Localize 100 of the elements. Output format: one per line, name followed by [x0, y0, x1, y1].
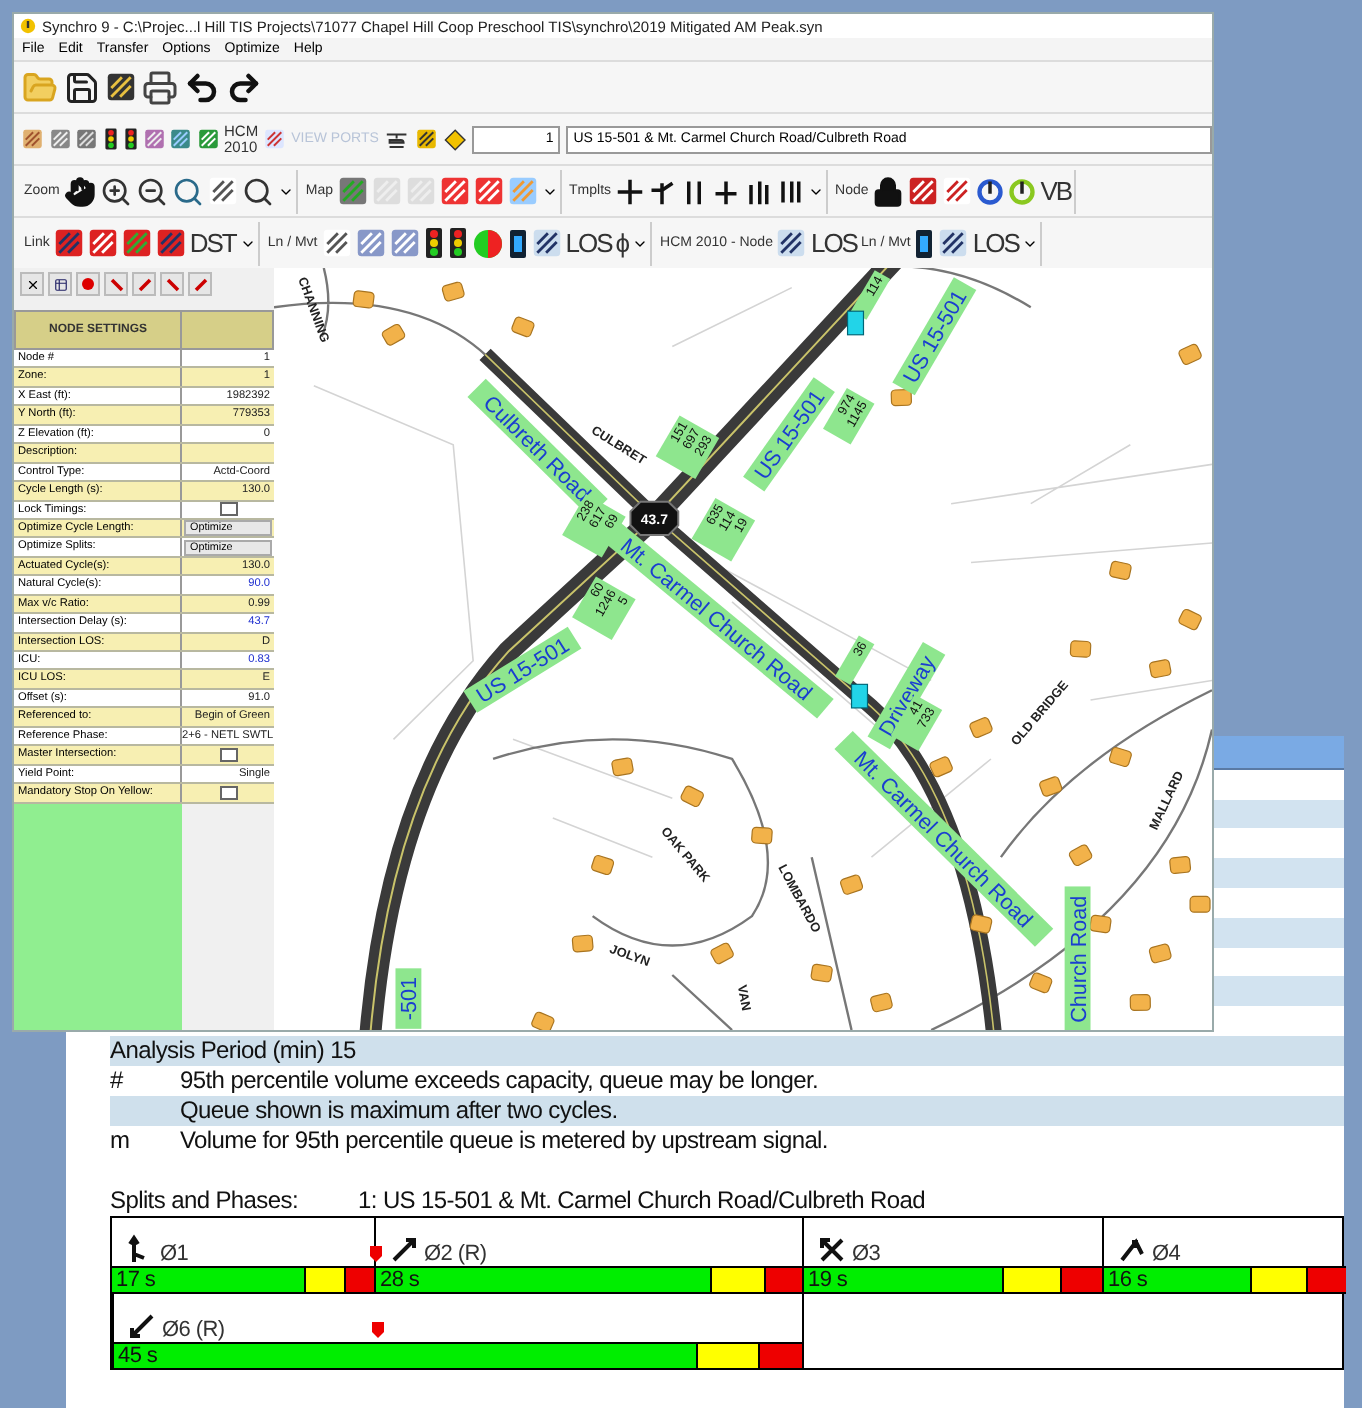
phase-label: Ø1	[160, 1242, 189, 1266]
turn-arrows-icon[interactable]	[615, 177, 644, 205]
house-icon	[610, 756, 635, 777]
traffic-signal-icon[interactable]	[423, 226, 444, 260]
dot-icon	[82, 278, 94, 290]
clearance-interval-bar	[1308, 1268, 1346, 1292]
house-icon	[590, 853, 616, 877]
house-icon	[708, 941, 736, 966]
intersection-name: 1: US 15-501 & Mt. Carmel Church Road/Culbreth Road	[358, 1186, 926, 1216]
undo-icon[interactable]	[184, 69, 220, 105]
house-icon	[968, 715, 994, 740]
house-icon	[440, 280, 466, 303]
report-note: Queue shown is maximum after two cycles.	[180, 1096, 618, 1126]
house-icon	[1177, 607, 1204, 632]
split-time-bar: 45 s	[114, 1344, 699, 1368]
direction-button[interactable]	[188, 272, 212, 296]
report-note: Analysis Period (min) 15	[110, 1036, 356, 1066]
direction-button[interactable]	[160, 272, 184, 296]
house-icon	[1129, 993, 1151, 1012]
phase-arrow-icon	[126, 1310, 158, 1342]
zoom-in-icon[interactable]	[99, 175, 132, 207]
setting-checkbox[interactable]	[219, 785, 237, 801]
device-icon[interactable]	[914, 227, 935, 259]
turn-arrows-icon[interactable]	[775, 177, 804, 205]
split-time-bar: 17 s	[112, 1268, 306, 1292]
signal-marker-icon	[850, 683, 869, 709]
house-icon	[928, 755, 955, 779]
house-icon	[1027, 971, 1054, 995]
pie-chart-icon[interactable]	[471, 227, 504, 259]
search-icon[interactable]	[171, 175, 204, 207]
table-icon	[53, 277, 67, 291]
note-marker: m	[110, 1126, 132, 1156]
splits-title: Splits and Phases:	[110, 1186, 298, 1216]
diagonal-line-icon	[109, 277, 123, 291]
road-name-label: Church Road	[1064, 886, 1092, 1030]
zoom-out-icon[interactable]	[135, 175, 168, 207]
house-icon	[1147, 942, 1173, 965]
split-time-bar: 16 s	[1104, 1268, 1252, 1292]
diagonal-line-icon	[165, 277, 179, 291]
toolbar-label: VB	[1040, 176, 1072, 206]
phase-label: Ø4	[1152, 1242, 1181, 1266]
split-time-bar: 19 s	[804, 1268, 1004, 1292]
print-icon[interactable]	[142, 69, 178, 105]
node-ring-icon[interactable]	[1008, 177, 1037, 205]
phase-arrow-icon	[388, 1234, 420, 1266]
house-icon	[529, 1010, 556, 1030]
toolbar-label: LOS	[810, 228, 857, 258]
reference-marker-icon	[372, 1322, 384, 1338]
house-icon	[1189, 895, 1211, 913]
house-icon	[1069, 640, 1092, 658]
phase-label: Ø2 (R)	[424, 1242, 487, 1266]
house-icon	[869, 991, 894, 1014]
close-button[interactable]	[20, 272, 44, 296]
house-icon	[1067, 843, 1094, 868]
search-icon[interactable]	[241, 175, 274, 207]
phase-label: Ø3	[852, 1242, 881, 1266]
signal-marker-icon	[846, 310, 865, 336]
direction-button[interactable]	[132, 272, 156, 296]
house-icon	[1107, 746, 1133, 768]
house-icon	[1108, 560, 1133, 581]
node-ring-icon[interactable]	[976, 177, 1005, 205]
road-name-label: -501	[395, 968, 423, 1029]
reference-marker-icon	[370, 1246, 382, 1262]
toolbar-label: LOS	[565, 228, 612, 258]
house-icon	[1088, 914, 1113, 934]
setting-checkbox[interactable]	[219, 747, 237, 763]
direction-button[interactable]	[104, 272, 128, 296]
redo-icon[interactable]	[226, 69, 262, 105]
house-icon	[1177, 342, 1204, 367]
house-icon	[838, 873, 865, 896]
record-button[interactable]	[76, 272, 100, 296]
close-icon	[25, 277, 39, 291]
device-icon[interactable]	[507, 227, 528, 259]
house-icon	[890, 388, 913, 407]
toolbar-label: DST	[189, 228, 236, 258]
house-icon	[380, 322, 407, 348]
split-time-bar: 28 s	[376, 1268, 713, 1292]
report-note: 95th percentile volume exceeds capacity, queue may be longer.	[180, 1066, 819, 1096]
report-note: Volume for 95th percentile queue is metered by upstream signal.	[180, 1126, 828, 1156]
panel-header-cell	[182, 310, 274, 350]
house-icon	[679, 784, 706, 809]
toolbar-label: LOS	[972, 228, 1019, 258]
table-view-button[interactable]	[48, 272, 72, 296]
clearance-interval-bar	[1062, 1268, 1102, 1292]
lock-icon[interactable]	[872, 175, 905, 207]
house-icon	[352, 289, 376, 309]
turn-arrows-icon[interactable]	[647, 177, 676, 205]
clearance-interval-bar	[766, 1268, 802, 1292]
pan-hand-icon[interactable]	[63, 175, 96, 207]
diagonal-line-icon	[137, 277, 151, 291]
toolbar-label: ϕ	[615, 228, 629, 258]
traffic-signal-icon[interactable]	[447, 226, 468, 260]
app-logo-icon	[20, 18, 36, 34]
turn-arrows-icon[interactable]	[711, 177, 740, 205]
house-icon	[810, 963, 834, 983]
house-icon	[1148, 658, 1173, 679]
clearance-interval-bar	[760, 1344, 802, 1368]
turn-arrows-icon[interactable]	[743, 177, 772, 205]
save-icon[interactable]	[64, 69, 100, 105]
house-icon	[510, 315, 536, 339]
